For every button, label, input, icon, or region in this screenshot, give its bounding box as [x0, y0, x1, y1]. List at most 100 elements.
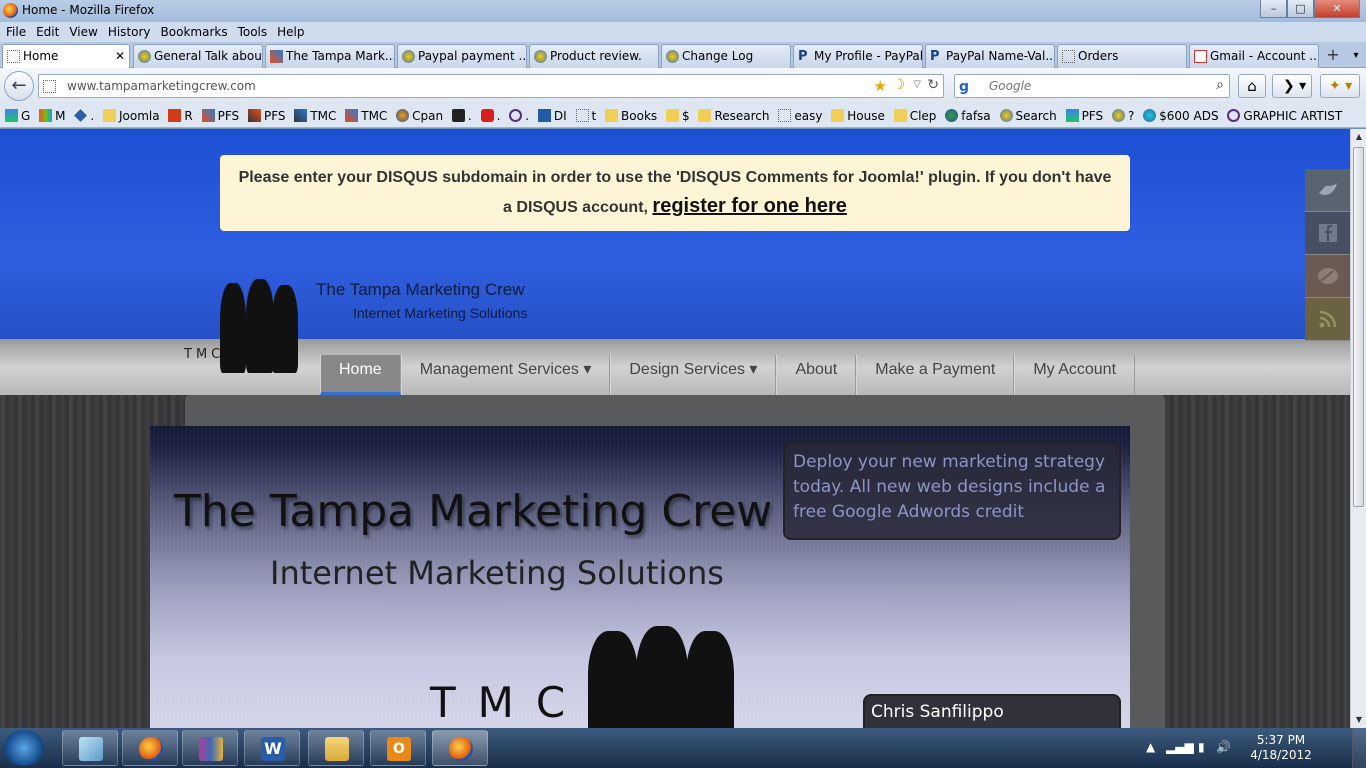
tab-paypal-payment[interactable]: Paypal payment ...: [397, 44, 527, 68]
bookmark-item[interactable]: $600 ADS: [1142, 104, 1219, 127]
battery-icon[interactable]: ▮: [1198, 740, 1205, 754]
bookmark-item[interactable]: TMC: [293, 104, 336, 127]
twitter-button[interactable]: [1305, 169, 1350, 212]
bookmark-item[interactable]: t: [575, 104, 596, 127]
menu-help[interactable]: Help: [277, 22, 304, 42]
url-dropdown-icon[interactable]: ▽: [913, 79, 921, 90]
start-button[interactable]: [4, 730, 44, 766]
tab-tampa-marketing[interactable]: The Tampa Mark...: [265, 44, 395, 68]
taskbar-word[interactable]: W: [244, 730, 300, 766]
bookmark-star-icon[interactable]: ★: [874, 77, 887, 95]
bookmark-item[interactable]: M: [38, 104, 66, 127]
reload-icon[interactable]: ↻: [927, 77, 939, 93]
taskbar-winrar[interactable]: [182, 730, 238, 766]
site-identity-icon[interactable]: [43, 80, 56, 93]
tab-my-profile-paypal[interactable]: P My Profile - PayPal: [793, 44, 923, 68]
bookmark-item[interactable]: easy: [777, 104, 822, 127]
maximize-button[interactable]: □: [1287, 0, 1314, 18]
bookmark-item[interactable]: fafsa: [944, 104, 991, 127]
bookmark-item[interactable]: House: [830, 104, 885, 127]
addon-button[interactable]: ✦ ▾: [1320, 74, 1360, 98]
tab-general-talk[interactable]: General Talk abou...: [133, 44, 263, 68]
bookmark-item[interactable]: GRAPHIC ARTIST: [1226, 104, 1342, 127]
taskbar-explorer[interactable]: [308, 730, 364, 766]
register-link[interactable]: register for one here: [652, 195, 847, 217]
search-bar[interactable]: g ⌕: [954, 74, 1230, 98]
tab-paypal-name-value[interactable]: P PayPal Name-Val...: [925, 44, 1055, 68]
bookmark-item[interactable]: Books: [604, 104, 657, 127]
tab-close-icon[interactable]: ✕: [115, 45, 125, 67]
network-icon[interactable]: ▂▄▆: [1166, 740, 1194, 754]
menu-management-services[interactable]: Management Services ▾: [400, 355, 611, 395]
messenger-button[interactable]: [1305, 255, 1350, 298]
taskbar-firefox-active[interactable]: [432, 730, 488, 766]
bookmark-item[interactable]: $: [665, 104, 690, 127]
bookmark-item[interactable]: Clep: [893, 104, 936, 127]
bookmark-item[interactable]: PFS: [1065, 104, 1103, 127]
bookmark-item[interactable]: ?: [1111, 104, 1134, 127]
taskbar-notes[interactable]: [62, 730, 118, 766]
search-input[interactable]: [989, 77, 1209, 95]
bookmark-item[interactable]: PFS: [247, 104, 286, 127]
page-scrollbar[interactable]: ▲ ▼: [1350, 129, 1366, 728]
rss-icon: [1319, 310, 1336, 328]
bookmark-item[interactable]: PFS: [201, 104, 239, 127]
menu-make-payment[interactable]: Make a Payment: [856, 355, 1015, 395]
menu-file[interactable]: File: [6, 22, 26, 42]
toolbar-chevron-button[interactable]: ❯ ▾: [1272, 74, 1312, 98]
list-tabs-button[interactable]: ▾: [1348, 45, 1364, 67]
forum-icon: [402, 50, 415, 63]
url-text[interactable]: www.tampamarketingcrew.com: [67, 79, 256, 93]
menu-my-account[interactable]: My Account: [1014, 355, 1136, 395]
close-window-button[interactable]: ✕: [1314, 0, 1360, 18]
forum-icon: [1111, 109, 1125, 122]
tab-gmail[interactable]: Gmail - Account ...: [1189, 44, 1319, 68]
bookmark-item[interactable]: DI: [537, 104, 567, 127]
hero-slideshow[interactable]: The Tampa Marketing Crew Internet Market…: [150, 426, 1130, 728]
back-button[interactable]: ←: [4, 71, 34, 101]
menu-view[interactable]: View: [69, 22, 97, 42]
clock[interactable]: 5:37 PM 4/18/2012: [1246, 733, 1316, 763]
google-icon: [5, 109, 18, 122]
addon-moon-icon[interactable]: ☽: [892, 77, 905, 93]
tab-home[interactable]: Home ✕: [2, 44, 130, 68]
new-tab-button[interactable]: +: [1322, 45, 1344, 67]
bookmark-item[interactable]: .: [480, 104, 500, 127]
bookmark-item[interactable]: TMC: [344, 104, 387, 127]
folder-icon: [698, 109, 712, 122]
tab-change-log[interactable]: Change Log: [661, 44, 791, 68]
show-desktop-button[interactable]: [1352, 728, 1366, 768]
tray-arrow-icon[interactable]: ▲: [1146, 740, 1155, 754]
volume-icon[interactable]: 🔊: [1216, 740, 1231, 754]
rss-button[interactable]: [1305, 298, 1350, 341]
google-icon[interactable]: g: [959, 79, 975, 95]
taskbar-firefox[interactable]: [122, 730, 178, 766]
bookmark-item[interactable]: R: [167, 104, 193, 127]
menu-bookmarks[interactable]: Bookmarks: [161, 22, 228, 42]
menu-design-services[interactable]: Design Services ▾: [610, 355, 777, 395]
menu-home[interactable]: Home: [320, 355, 401, 395]
home-button[interactable]: ⌂: [1238, 74, 1266, 98]
bookmark-item[interactable]: Search: [999, 104, 1057, 127]
menu-tools[interactable]: Tools: [238, 22, 268, 42]
menu-history[interactable]: History: [108, 22, 151, 42]
bookmark-item[interactable]: .: [451, 104, 472, 127]
bookmark-item[interactable]: .: [73, 104, 94, 127]
bookmark-item[interactable]: .: [508, 104, 529, 127]
scroll-up-icon[interactable]: ▲: [1351, 129, 1366, 145]
tab-orders[interactable]: Orders: [1057, 44, 1187, 68]
search-icon[interactable]: ⌕: [1216, 77, 1224, 93]
bookmark-item[interactable]: Research: [697, 104, 770, 127]
scroll-down-icon[interactable]: ▼: [1351, 712, 1366, 728]
tab-product-review[interactable]: Product review.: [529, 44, 659, 68]
menu-about[interactable]: About: [776, 355, 857, 395]
menu-edit[interactable]: Edit: [36, 22, 59, 42]
minimize-button[interactable]: –: [1260, 0, 1287, 18]
url-bar[interactable]: www.tampamarketingcrew.com ★ ☽ ▽ ↻: [38, 74, 944, 98]
scroll-thumb[interactable]: [1353, 147, 1364, 507]
bookmark-item[interactable]: G: [4, 104, 30, 127]
bookmark-item[interactable]: Joomla: [102, 104, 160, 127]
facebook-button[interactable]: [1305, 212, 1350, 255]
bookmark-item[interactable]: Cpan: [395, 104, 443, 127]
taskbar-outlook[interactable]: O: [370, 730, 426, 766]
